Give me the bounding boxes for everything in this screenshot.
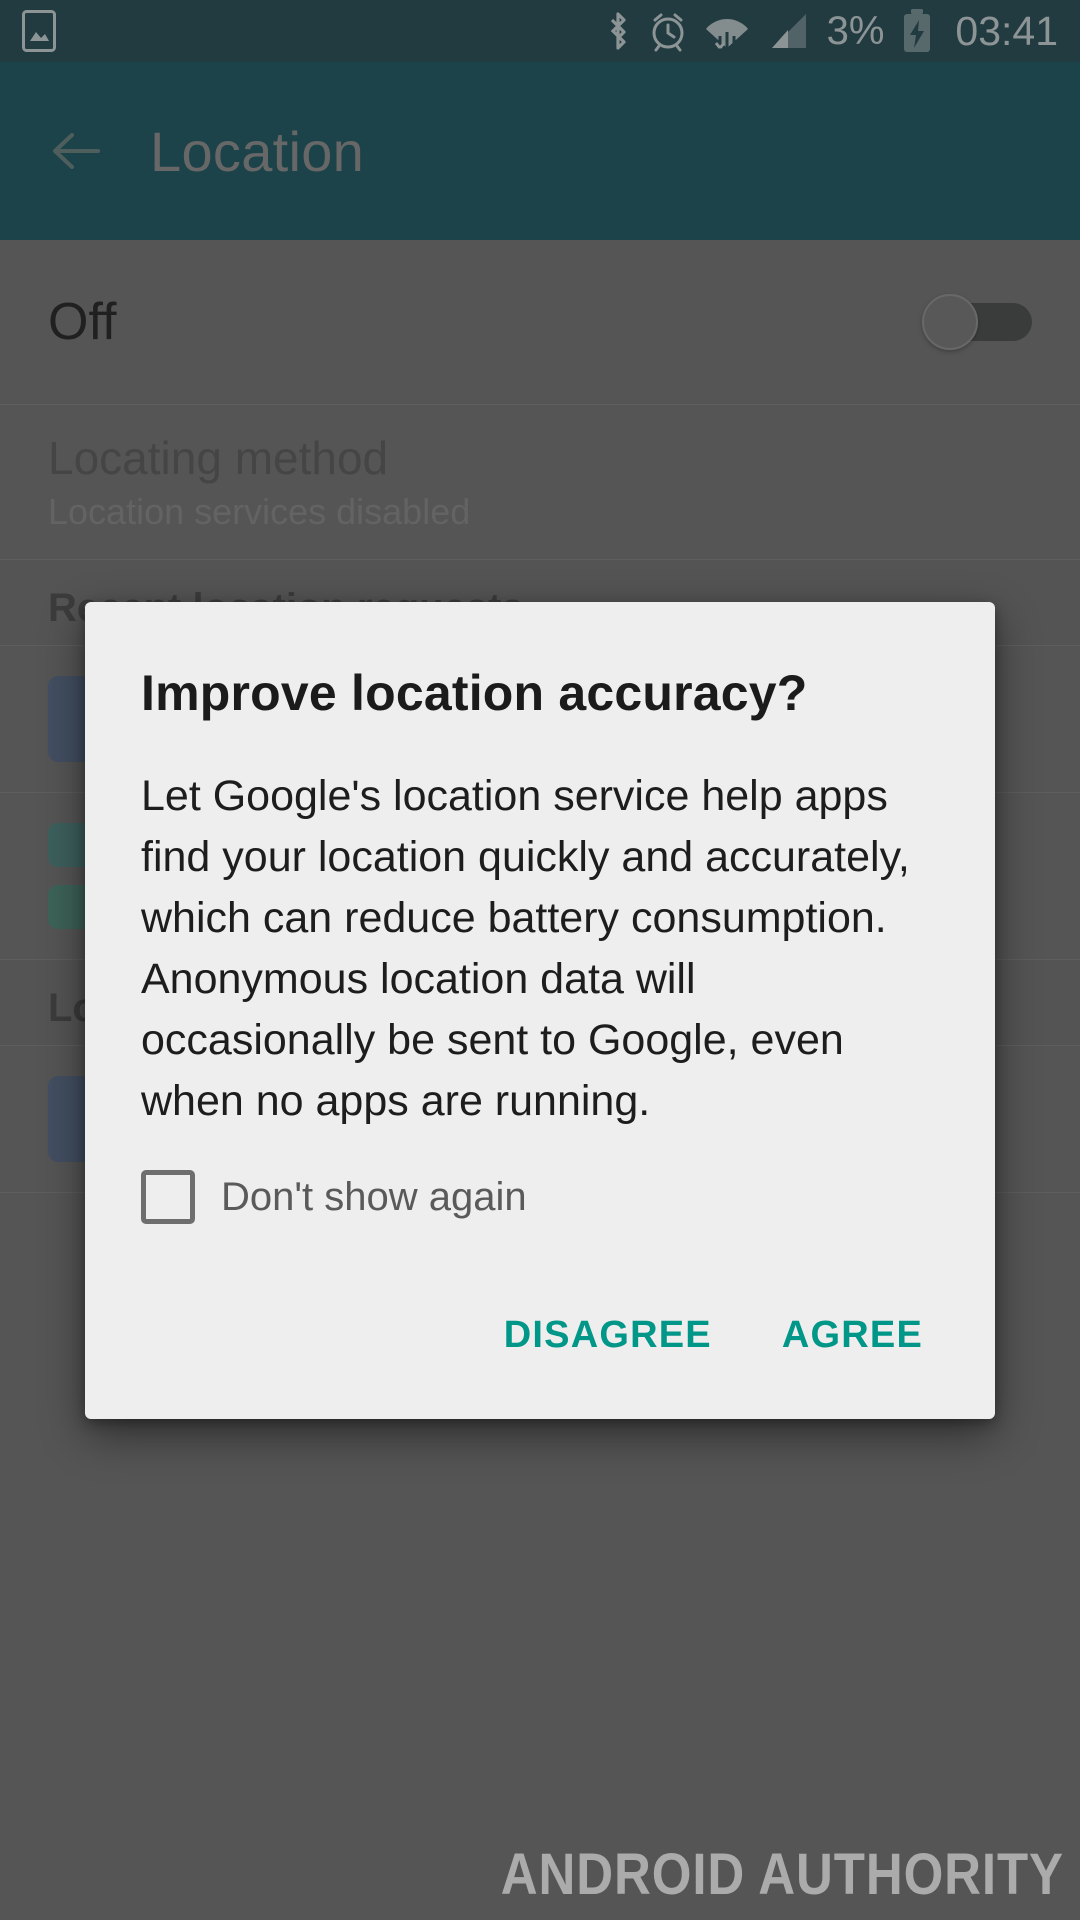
dont-show-again-row[interactable]: Don't show again [85,1132,995,1225]
dont-show-again-checkbox[interactable] [141,1170,195,1225]
watermark: ANDROID AUTHORITY [500,1842,1064,1907]
dialog-title: Improve location accuracy? [141,665,808,721]
dialog-message: Let Google's location service help apps … [141,772,910,1126]
disagree-button[interactable]: DISAGREE [478,1298,738,1373]
dialog-actions: DISAGREE AGREE [85,1224,995,1419]
improve-location-accuracy-dialog: Improve location accuracy? Let Google's … [85,602,995,1420]
agree-button[interactable]: AGREE [756,1298,949,1373]
dont-show-again-label: Don't show again [221,1174,527,1219]
